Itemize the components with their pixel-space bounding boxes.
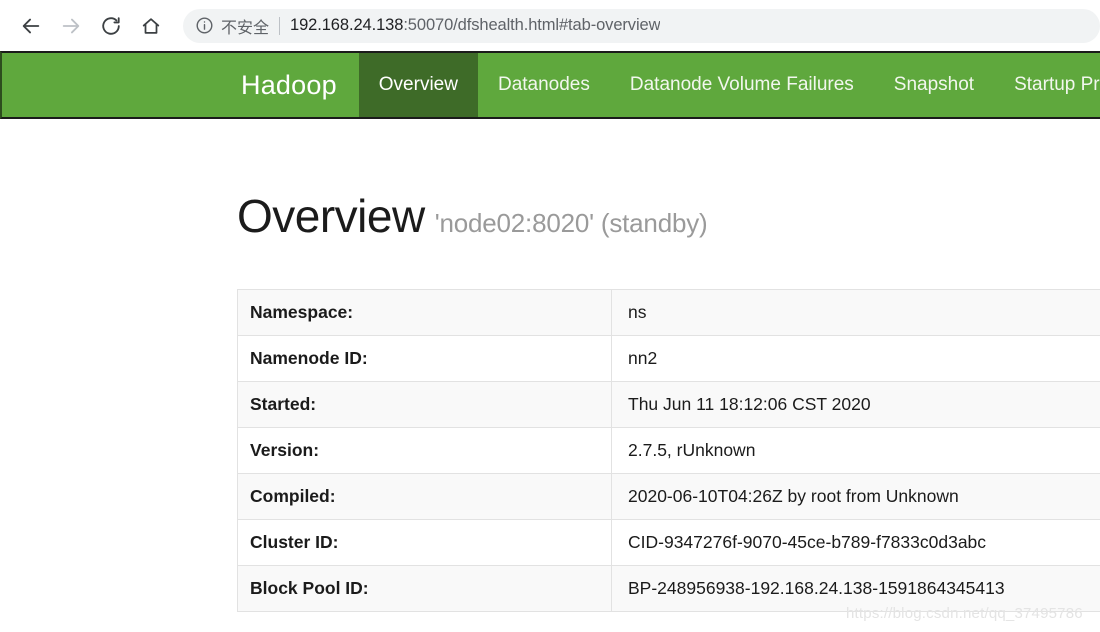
table-row: Version: 2.7.5, rUnknown: [237, 427, 1100, 474]
url-path: :50070/dfshealth.html#tab-overview: [403, 16, 661, 34]
table-row: Cluster ID: CID-9347276f-9070-45ce-b789-…: [237, 519, 1100, 566]
url-text[interactable]: 192.168.24.138:50070/dfshealth.html#tab-…: [290, 16, 660, 35]
back-arrow-icon: [20, 15, 42, 37]
hadoop-navbar: Hadoop Overview Datanodes Datanode Volum…: [0, 51, 1100, 119]
url-host: 192.168.24.138: [290, 16, 404, 34]
info-circle-icon[interactable]: [195, 16, 214, 35]
row-value: nn2: [611, 335, 1100, 382]
nav-item-label: Overview: [378, 74, 458, 95]
row-value: CID-9347276f-9070-45ce-b789-f7833c0d3abc: [611, 519, 1100, 566]
row-label: Version:: [237, 427, 612, 474]
reload-icon: [100, 15, 122, 37]
security-status-label: 不安全: [221, 17, 270, 37]
page-content: Overview 'node02:8020' (standby) Namespac…: [0, 119, 1100, 632]
nav-item-label: Datanodes: [497, 74, 590, 95]
navbar-spacer: [2, 53, 219, 117]
watermark: https://blog.csdn.net/qq_37495786: [846, 605, 1083, 622]
address-bar[interactable]: 不安全 192.168.24.138:50070/dfshealth.html#…: [183, 8, 1100, 43]
nav-item-label: Snapshot: [893, 74, 975, 95]
forward-button[interactable]: [54, 9, 88, 43]
row-label: Cluster ID:: [237, 519, 612, 566]
brand-hadoop[interactable]: Hadoop: [219, 53, 359, 117]
nav-item-datanode-volume-failures[interactable]: Datanode Volume Failures: [610, 53, 874, 117]
table-row: Started: Thu Jun 11 18:12:06 CST 2020: [237, 381, 1100, 428]
overview-title: Overview: [237, 190, 425, 242]
overview-table: Namespace: ns Namenode ID: nn2 Started: …: [237, 289, 1100, 612]
home-button[interactable]: [134, 9, 168, 43]
nav-item-label: Datanode Volume Failures: [629, 74, 854, 95]
row-label: Started:: [237, 381, 612, 428]
nav-item-datanodes[interactable]: Datanodes: [478, 53, 610, 117]
nav-item-snapshot[interactable]: Snapshot: [874, 53, 994, 117]
back-button[interactable]: [14, 9, 48, 43]
omnibox-divider: [279, 16, 281, 35]
nav-item-overview[interactable]: Overview: [358, 53, 478, 117]
row-label: Namespace:: [237, 289, 612, 336]
forward-arrow-icon: [60, 15, 82, 37]
reload-button[interactable]: [94, 9, 128, 43]
row-value: ns: [611, 289, 1100, 336]
table-row: Compiled: 2020-06-10T04:26Z by root from…: [237, 473, 1100, 520]
brand-label: Hadoop: [241, 69, 337, 100]
row-value: Thu Jun 11 18:12:06 CST 2020: [611, 381, 1100, 428]
row-label: Block Pool ID:: [237, 565, 612, 612]
row-label: Namenode ID:: [237, 335, 612, 382]
browser-toolbar: 不安全 192.168.24.138:50070/dfshealth.html#…: [0, 0, 1100, 51]
table-row: Namespace: ns: [237, 289, 1100, 336]
row-value: 2.7.5, rUnknown: [611, 427, 1100, 474]
row-value: 2020-06-10T04:26Z by root from Unknown: [611, 473, 1100, 520]
nav-item-startup-progress[interactable]: Startup Progre: [994, 53, 1100, 117]
table-row: Namenode ID: nn2: [237, 335, 1100, 382]
home-icon: [140, 15, 162, 37]
nav-item-label: Startup Progre: [1014, 74, 1100, 95]
overview-subtitle: 'node02:8020' (standby): [434, 208, 708, 238]
row-label: Compiled:: [237, 473, 612, 520]
page-title: Overview 'node02:8020' (standby): [237, 189, 708, 243]
